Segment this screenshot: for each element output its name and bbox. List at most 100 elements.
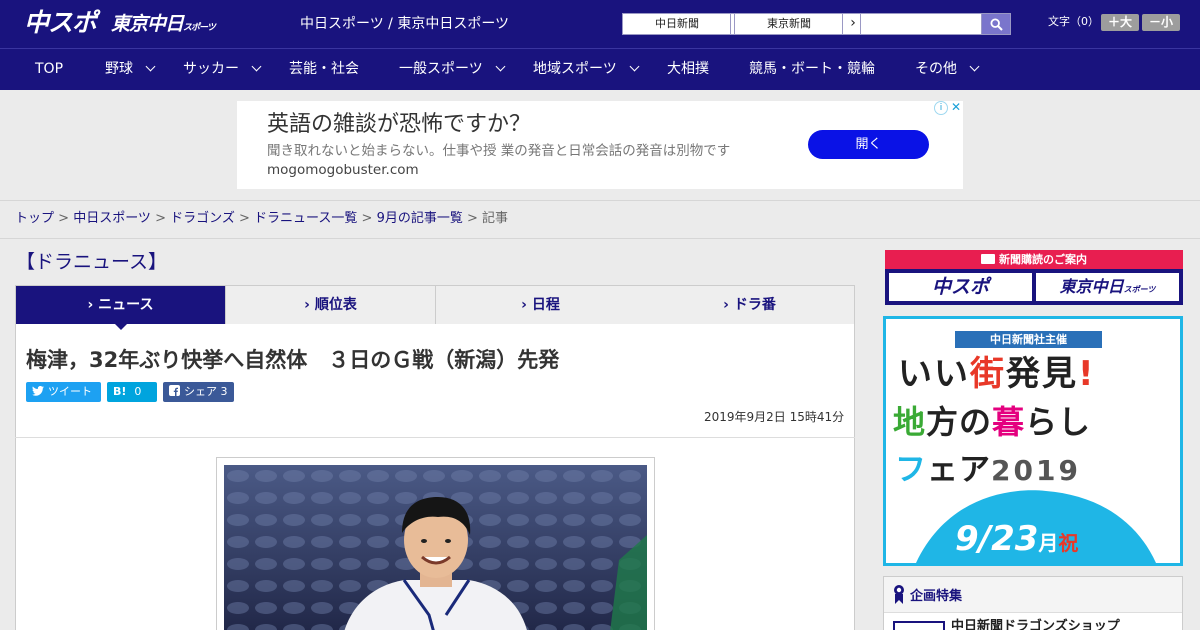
nav-item-general-sports[interactable]: 一般スポーツ (399, 48, 506, 90)
banner-text: らし (1025, 403, 1092, 441)
ad-open-button[interactable]: 開く (808, 130, 929, 159)
subscription-heading-label: 新聞購読のご案内 (999, 253, 1087, 266)
banner-headline-line-2: 地方の暮らし (893, 403, 1173, 441)
font-size-bigger-button[interactable]: ＋大 (1101, 14, 1139, 31)
twitter-icon (32, 385, 44, 396)
breadcrumb-link-dragons[interactable]: ドラゴンズ (170, 211, 235, 226)
nav-item-label: 芸能・社会 (289, 61, 359, 77)
subscribe-tokyo-chunichi-text: 東京中日 (1059, 277, 1124, 296)
nav-item-label: 一般スポーツ (399, 61, 483, 77)
tab-standings[interactable]: › 順位表 (226, 286, 436, 324)
hatena-bookmark-button[interactable]: B! 0 (107, 382, 157, 402)
facebook-share-button[interactable]: シェア 3 (163, 382, 234, 402)
font-size-smaller-button[interactable]: －小 (1142, 14, 1180, 31)
nav-item-label: 競馬・ボート・競輪 (749, 61, 875, 77)
banner-exclamation: ! (1078, 354, 1096, 394)
article-headline: 梅津，32年ぶり快挙へ自然体 ３日のＧ戦（新潟）先発 (26, 348, 560, 372)
active-tab-pointer (115, 324, 127, 330)
pitcher-photo-image (224, 465, 647, 630)
tab-news[interactable]: › ニュース (16, 286, 226, 324)
search-icon (989, 17, 1003, 31)
article-photo[interactable] (224, 465, 647, 630)
banner-text: ェア (927, 452, 991, 488)
banner-holiday-mark: 祝 (1058, 531, 1079, 555)
subscribe-chuspo-logo[interactable]: 中スポ (889, 273, 1032, 301)
nav-item-local-sports[interactable]: 地域スポーツ (533, 48, 640, 90)
banner-text: 方の (926, 403, 993, 441)
facebook-share-label: シェア (184, 385, 217, 398)
tab-marker: › (304, 297, 310, 313)
subscription-heading[interactable]: 新聞購読のご案内 (885, 250, 1183, 269)
ad-title[interactable]: 英語の雑談が恐怖ですか？ (267, 111, 531, 139)
nav-item-label: サッカー (183, 61, 239, 77)
tweet-label: ツイート (48, 385, 92, 398)
tokyo-chunichi-logo-small: スポーツ (183, 23, 216, 33)
banner-year: 2019 (991, 454, 1081, 487)
font-size-label: 文字（0） (1048, 15, 1099, 28)
nav-item-sumo[interactable]: 大相撲 (667, 48, 709, 90)
tab-schedule[interactable]: › 日程 (436, 286, 646, 324)
breadcrumb-link-september[interactable]: 9月の記事一覧 (377, 211, 463, 226)
ad-close-icon[interactable]: ✕ (949, 101, 963, 115)
chevron-down-icon (495, 61, 506, 72)
tokyo-shimbun-link[interactable]: 東京新聞 › (734, 13, 864, 35)
nav-item-label: 大相撲 (667, 61, 709, 77)
tab-dora-ban[interactable]: › ドラ番 (645, 286, 854, 324)
breadcrumb-separator: > (462, 211, 483, 226)
nav-item-racing[interactable]: 競馬・ボート・競輪 (749, 48, 875, 90)
nav-item-top[interactable]: TOP (35, 48, 63, 90)
newspaper-icon (981, 254, 995, 264)
search-button[interactable] (981, 13, 1011, 35)
banner-date-weekday: 月 (1038, 531, 1059, 555)
chuspo-logo[interactable]: 中スポ (24, 6, 97, 40)
banner-headline-line-3: フェア2019 (895, 451, 1170, 490)
breadcrumb-separator: > (234, 211, 255, 226)
ad-url[interactable]: mogomogobuster.com (267, 162, 419, 178)
tokyo-chunichi-logo-text: 東京中日 (111, 13, 184, 35)
tokyo-chunichi-logo[interactable]: 東京中日スポーツ (111, 11, 216, 41)
chevron-down-icon (251, 61, 262, 72)
nav-item-label: 地域スポーツ (533, 61, 617, 77)
breadcrumb-link-top[interactable]: トップ (15, 211, 54, 226)
facebook-share-count: 3 (220, 385, 228, 398)
banner-organizer-tag: 中日新聞社主催 (955, 331, 1102, 348)
nav-item-entertainment[interactable]: 芸能・社会 (289, 48, 359, 90)
ad-info-icon[interactable]: i (934, 101, 948, 115)
tab-label: ドラ番 (733, 297, 776, 313)
banner-event-date: 9/23月祝 (955, 518, 1115, 564)
banner-text-accent: 地 (893, 403, 927, 441)
banner-text-accent: 暮 (992, 403, 1026, 441)
tokyo-shimbun-label: 東京新聞 (767, 17, 811, 30)
nav-item-label: TOP (35, 61, 64, 77)
hatena-count: 0 (134, 385, 142, 398)
nav-item-label: 野球 (105, 61, 133, 77)
tab-marker: › (87, 297, 94, 313)
dragons-shop-thumbnail[interactable] (893, 621, 945, 630)
breadcrumb-link-chunichi-sports[interactable]: 中日スポーツ (73, 211, 151, 226)
subscribe-tokyo-chunichi-small: スポーツ (1123, 285, 1156, 294)
chevron-down-icon (629, 61, 640, 72)
banner-text-accent: 街 (970, 354, 1006, 394)
banner-text: 発見 (1006, 354, 1078, 394)
feature-title: 企画特集 (910, 589, 963, 604)
nav-item-baseball[interactable]: 野球 (105, 48, 156, 90)
nav-item-other[interactable]: その他 (915, 48, 980, 90)
breadcrumb-separator: > (150, 211, 171, 226)
search-input[interactable] (860, 13, 982, 35)
subscribe-tokyo-chunichi-logo[interactable]: 東京中日スポーツ (1036, 273, 1179, 301)
tab-label: ニュース (98, 297, 154, 313)
article-divider (15, 437, 855, 438)
chunichi-shimbun-link[interactable]: 中日新聞 › (622, 13, 752, 35)
breadcrumb: トップ > 中日スポーツ > ドラゴンズ > ドラニュース一覧 > 9月の記事一… (15, 210, 508, 228)
breadcrumb-link-dragons-news[interactable]: ドラニュース一覧 (254, 211, 357, 226)
facebook-icon (169, 385, 180, 396)
banner-text-accent: フ (895, 452, 927, 488)
section-title: 【ドラニュース】 (16, 251, 168, 273)
tweet-button[interactable]: ツイート (26, 382, 101, 402)
banner-text: いい (898, 354, 970, 394)
breadcrumb-separator: > (357, 211, 377, 226)
feature-item-dragons-shop[interactable]: 中日新聞ドラゴンズショップ (951, 619, 1120, 630)
nav-item-soccer[interactable]: サッカー (183, 48, 262, 90)
tab-marker: › (723, 297, 729, 313)
banner-headline-line-1: いい街発見! (898, 354, 1168, 394)
